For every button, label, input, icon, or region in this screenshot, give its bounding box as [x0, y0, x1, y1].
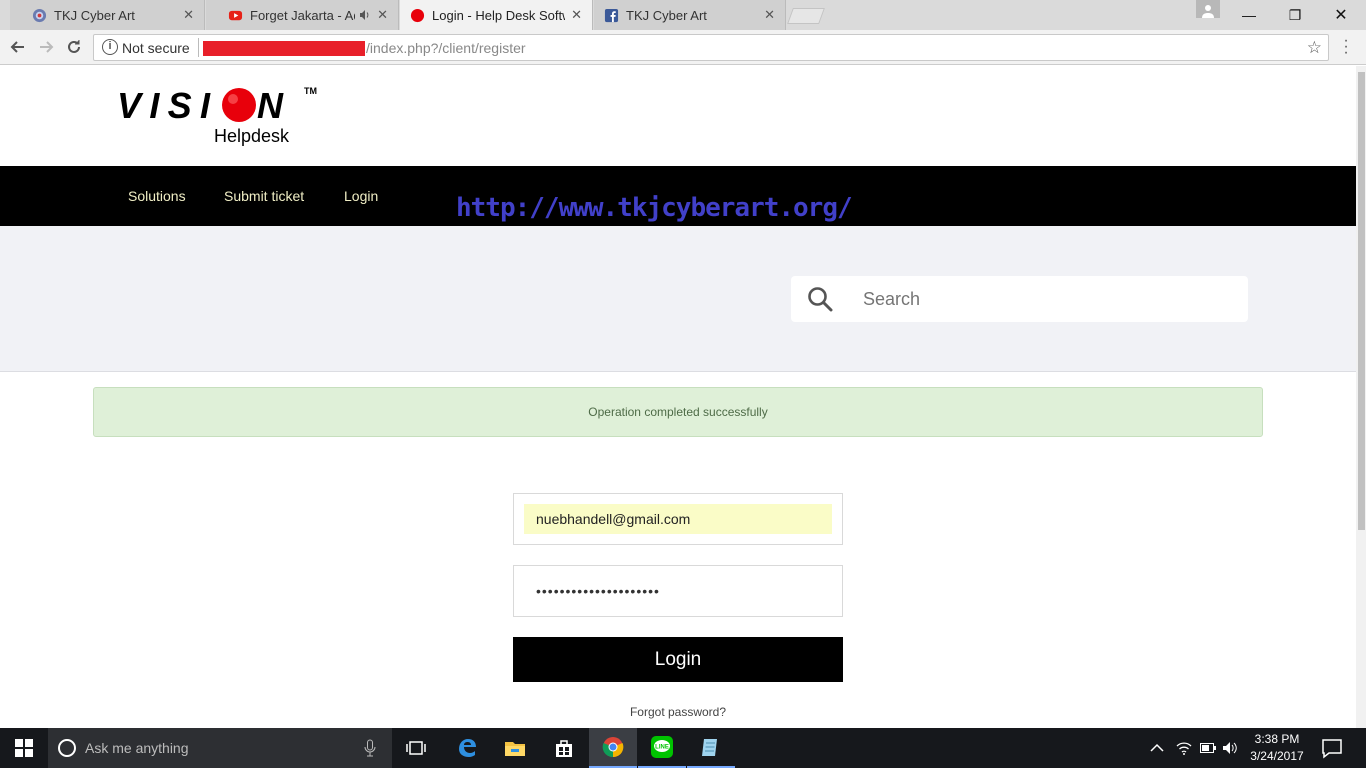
tab-close-icon[interactable]: ✕ — [571, 7, 582, 23]
tab-login-help-desk[interactable]: Login - Help Desk Softwa ✕ — [400, 0, 593, 30]
reload-icon — [68, 40, 80, 53]
redacted-domain — [203, 41, 365, 56]
taskbar-clock[interactable]: 3:38 PM 3/24/2017 — [1246, 731, 1308, 765]
user-icon — [1202, 5, 1214, 18]
notepad-button[interactable] — [687, 728, 735, 768]
chevron-up-icon[interactable] — [1150, 743, 1164, 753]
cortana-icon — [58, 739, 76, 757]
windows-logo-icon — [15, 739, 33, 757]
forward-button[interactable] — [34, 36, 58, 58]
url-path[interactable]: /index.php?/client/register — [366, 40, 526, 56]
search-box[interactable] — [791, 276, 1248, 322]
wifi-icon[interactable] — [1176, 741, 1192, 755]
tab-close-icon[interactable]: ✕ — [377, 7, 388, 23]
password-field-wrapper — [513, 565, 843, 617]
svg-text:VISI: VISI — [117, 85, 211, 126]
start-button[interactable] — [0, 728, 48, 768]
tab-title: TKJ Cyber Art — [54, 7, 135, 23]
youtube-icon — [228, 10, 243, 20]
vision-helpdesk-logo[interactable]: VISI N TM Helpdesk — [117, 84, 322, 148]
tab-forget-jakarta[interactable]: Forget Jakarta - Adhit ✕ — [206, 0, 399, 30]
system-tray — [1150, 728, 1238, 768]
line-icon: LINE — [651, 736, 673, 758]
back-arrow-icon — [10, 41, 24, 53]
cortana-search-box[interactable]: Ask me anything — [48, 728, 392, 768]
file-explorer-icon — [505, 742, 525, 756]
alert-message: Operation completed successfully — [588, 405, 768, 419]
scrollbar-thumb[interactable] — [1358, 72, 1365, 530]
chrome-button[interactable] — [589, 728, 637, 768]
tkj-favicon-icon — [32, 8, 47, 22]
edge-icon — [459, 739, 476, 757]
search-icon[interactable] — [807, 286, 833, 312]
new-tab-button[interactable] — [787, 8, 825, 24]
red-circle-icon — [410, 8, 425, 22]
store-button[interactable] — [540, 728, 588, 768]
tab-tkj-cyber-art[interactable]: TKJ Cyber Art ✕ — [10, 0, 205, 30]
volume-icon[interactable] — [1222, 741, 1238, 755]
tab-close-icon[interactable]: ✕ — [764, 7, 775, 23]
info-icon[interactable]: i — [102, 39, 118, 55]
address-bar[interactable]: i Not secure /index.php?/client/register… — [93, 34, 1329, 61]
nav-solutions[interactable]: Solutions — [128, 188, 186, 204]
divider — [198, 38, 199, 57]
tab-title: Forget Jakarta - Adhit — [250, 7, 355, 23]
facebook-icon — [604, 8, 619, 22]
maximize-button[interactable]: ❐ — [1272, 0, 1318, 30]
close-window-button[interactable]: ✕ — [1318, 0, 1364, 30]
task-view-button[interactable] — [392, 728, 440, 768]
cortana-placeholder: Ask me anything — [85, 740, 189, 756]
svg-text:Helpdesk: Helpdesk — [214, 126, 290, 146]
search-input[interactable] — [863, 276, 1233, 322]
tab-title: TKJ Cyber Art — [626, 7, 707, 23]
audio-playing-icon[interactable] — [359, 9, 371, 21]
svg-text:N: N — [257, 85, 284, 126]
svg-text:LINE: LINE — [655, 745, 669, 751]
watermark-url: http://www.tkjcyberart.org/ — [456, 193, 853, 223]
minimize-button[interactable]: — — [1226, 0, 1272, 30]
back-button[interactable] — [6, 36, 30, 58]
chrome-icon — [602, 737, 624, 758]
security-label[interactable]: Not secure — [122, 40, 190, 56]
tab-title: Login - Help Desk Softwa — [432, 7, 566, 23]
reload-button[interactable] — [62, 36, 86, 58]
battery-icon[interactable] — [1200, 743, 1216, 753]
task-view-icon — [406, 741, 426, 755]
store-icon — [556, 740, 572, 757]
edge-button[interactable] — [443, 728, 491, 768]
password-field[interactable] — [524, 576, 832, 606]
email-field-wrapper — [513, 493, 843, 545]
success-alert: Operation completed successfully — [93, 387, 1263, 437]
clock-date: 3/24/2017 — [1250, 749, 1304, 763]
action-center-icon[interactable] — [1320, 737, 1344, 759]
tab-close-icon[interactable]: ✕ — [183, 7, 194, 23]
login-button[interactable]: Login — [513, 637, 843, 682]
browser-menu-icon[interactable]: · · · — [1341, 33, 1351, 61]
microphone-icon[interactable] — [364, 739, 376, 757]
profile-button[interactable] — [1196, 0, 1220, 18]
nav-submit-ticket[interactable]: Submit ticket — [224, 188, 304, 204]
forgot-password-link[interactable]: Forgot password? — [513, 705, 843, 719]
logo-graphic: VISI N TM Helpdesk — [117, 85, 317, 146]
clock-time: 3:38 PM — [1254, 732, 1300, 746]
svg-text:TM: TM — [304, 86, 317, 96]
notepad-icon — [702, 739, 717, 756]
bookmark-star-icon[interactable]: ☆ — [1307, 38, 1322, 58]
file-explorer-button[interactable] — [491, 728, 539, 768]
forward-arrow-icon — [40, 41, 54, 53]
nav-login[interactable]: Login — [344, 188, 378, 204]
tab-tkj-cyber-art-facebook[interactable]: TKJ Cyber Art ✕ — [594, 0, 786, 30]
line-button[interactable]: LINE — [638, 728, 686, 768]
email-field[interactable] — [524, 504, 832, 534]
